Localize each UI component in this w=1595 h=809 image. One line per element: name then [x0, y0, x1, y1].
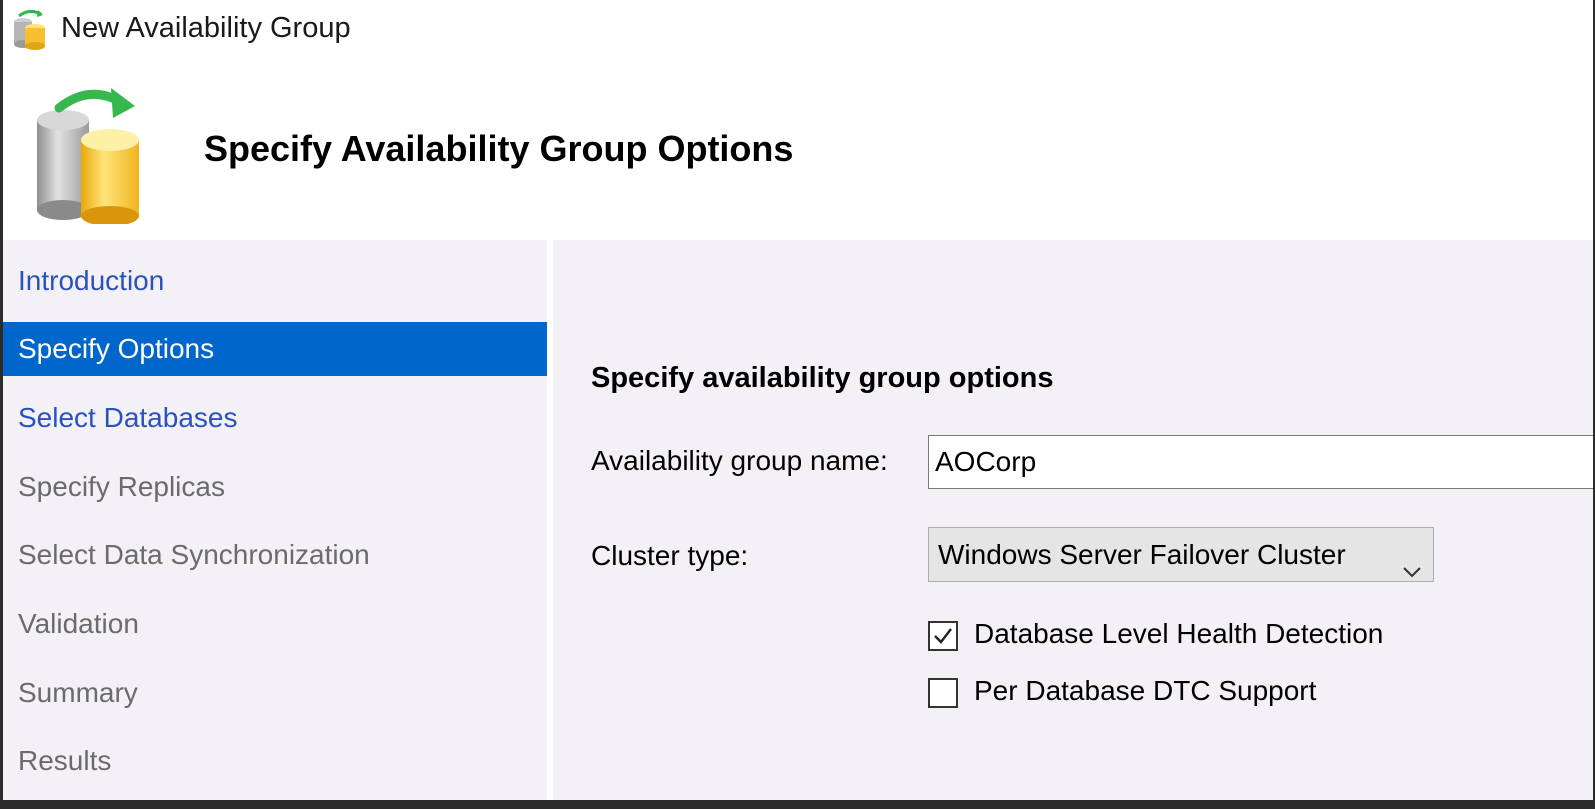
sidebar-item-select-data-synchronization: Select Data Synchronization	[18, 539, 370, 570]
sidebar-item-summary: Summary	[18, 677, 138, 708]
cluster-type-label: Cluster type:	[591, 540, 749, 571]
chevron-down-icon	[1401, 545, 1423, 578]
sidebar-item-validation: Validation	[18, 608, 139, 639]
title-bar: New Availability Group	[3, 0, 1593, 62]
availability-group-icon	[11, 8, 49, 50]
wizard-window: New Availability Group Specify Availabil…	[3, 0, 1593, 800]
window-title: New Availability Group	[61, 12, 351, 44]
wizard-header: Specify Availability Group Options	[3, 62, 1593, 240]
sidebar-item-results: Results	[18, 745, 112, 776]
checkmark-icon	[934, 628, 952, 644]
sidebar-item-specify-options[interactable]: Specify Options	[3, 322, 547, 376]
sidebar-item-specify-replicas: Specify Replicas	[18, 471, 225, 502]
database-sync-icon	[29, 78, 161, 226]
options-panel: Specify availability group options Avail…	[553, 240, 1593, 800]
dtc-support-checkbox[interactable]	[928, 678, 958, 708]
page-title: Specify Availability Group Options	[204, 128, 794, 169]
dtc-support-label: Per Database DTC Support	[974, 675, 1317, 706]
health-detection-label: Database Level Health Detection	[974, 618, 1384, 649]
ag-name-input[interactable]	[928, 435, 1593, 489]
wizard-steps-sidebar: Introduction Specify Options Select Data…	[3, 240, 547, 800]
sidebar-item-introduction[interactable]: Introduction	[3, 254, 547, 308]
ag-name-label: Availability group name:	[591, 445, 888, 476]
cluster-type-dropdown[interactable]: Windows Server Failover Cluster	[928, 527, 1434, 582]
cluster-type-value: Windows Server Failover Cluster	[938, 539, 1346, 570]
section-title: Specify availability group options	[591, 362, 1054, 394]
sidebar-item-select-databases[interactable]: Select Databases	[3, 391, 547, 445]
health-detection-checkbox[interactable]	[928, 621, 958, 651]
